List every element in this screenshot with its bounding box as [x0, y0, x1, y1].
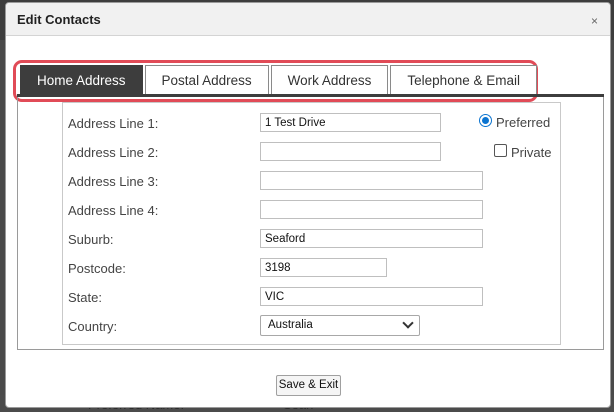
postcode-label: Postcode:	[68, 261, 126, 276]
country-select[interactable]: Australia	[260, 315, 420, 336]
tab-bar: Home Address Postal Address Work Address…	[20, 65, 539, 96]
address-line-1-label: Address Line 1:	[68, 116, 159, 131]
address-line-4-input[interactable]	[260, 200, 483, 219]
postcode-input[interactable]	[260, 258, 387, 277]
tab-panel	[17, 97, 604, 350]
private-label: Private	[511, 145, 552, 160]
suburb-label: Suburb:	[68, 232, 114, 247]
private-checkbox[interactable]	[494, 144, 507, 157]
tab-telephone-email[interactable]: Telephone & Email	[390, 65, 537, 96]
address-line-3-label: Address Line 3:	[68, 174, 159, 189]
address-line-2-input[interactable]	[260, 142, 441, 161]
state-input[interactable]	[260, 287, 483, 306]
tab-postal-address[interactable]: Postal Address	[144, 65, 269, 96]
country-label: Country:	[68, 319, 118, 334]
edit-contacts-dialog: Edit Contacts × Home Address Postal Addr…	[5, 2, 611, 408]
chevron-down-icon	[402, 317, 414, 329]
address-line-2-label: Address Line 2:	[68, 145, 159, 160]
preferred-label: Preferred	[496, 115, 551, 130]
dialog-titlebar: Edit Contacts ×	[6, 3, 610, 36]
dialog-title: Edit Contacts	[17, 12, 101, 27]
address-line-1-input[interactable]	[260, 113, 441, 132]
preferred-radio[interactable]	[479, 114, 492, 127]
address-line-4-label: Address Line 4:	[68, 203, 159, 218]
close-icon[interactable]: ×	[591, 14, 598, 28]
country-selected-value: Australia	[268, 319, 313, 331]
state-label: State:	[68, 290, 102, 305]
address-line-3-input[interactable]	[260, 171, 483, 190]
save-exit-button[interactable]: Save & Exit	[276, 375, 341, 396]
suburb-input[interactable]	[260, 229, 483, 248]
tab-home-address[interactable]: Home Address	[20, 65, 143, 96]
tab-work-address[interactable]: Work Address	[270, 65, 389, 96]
address-form-box	[62, 102, 561, 345]
